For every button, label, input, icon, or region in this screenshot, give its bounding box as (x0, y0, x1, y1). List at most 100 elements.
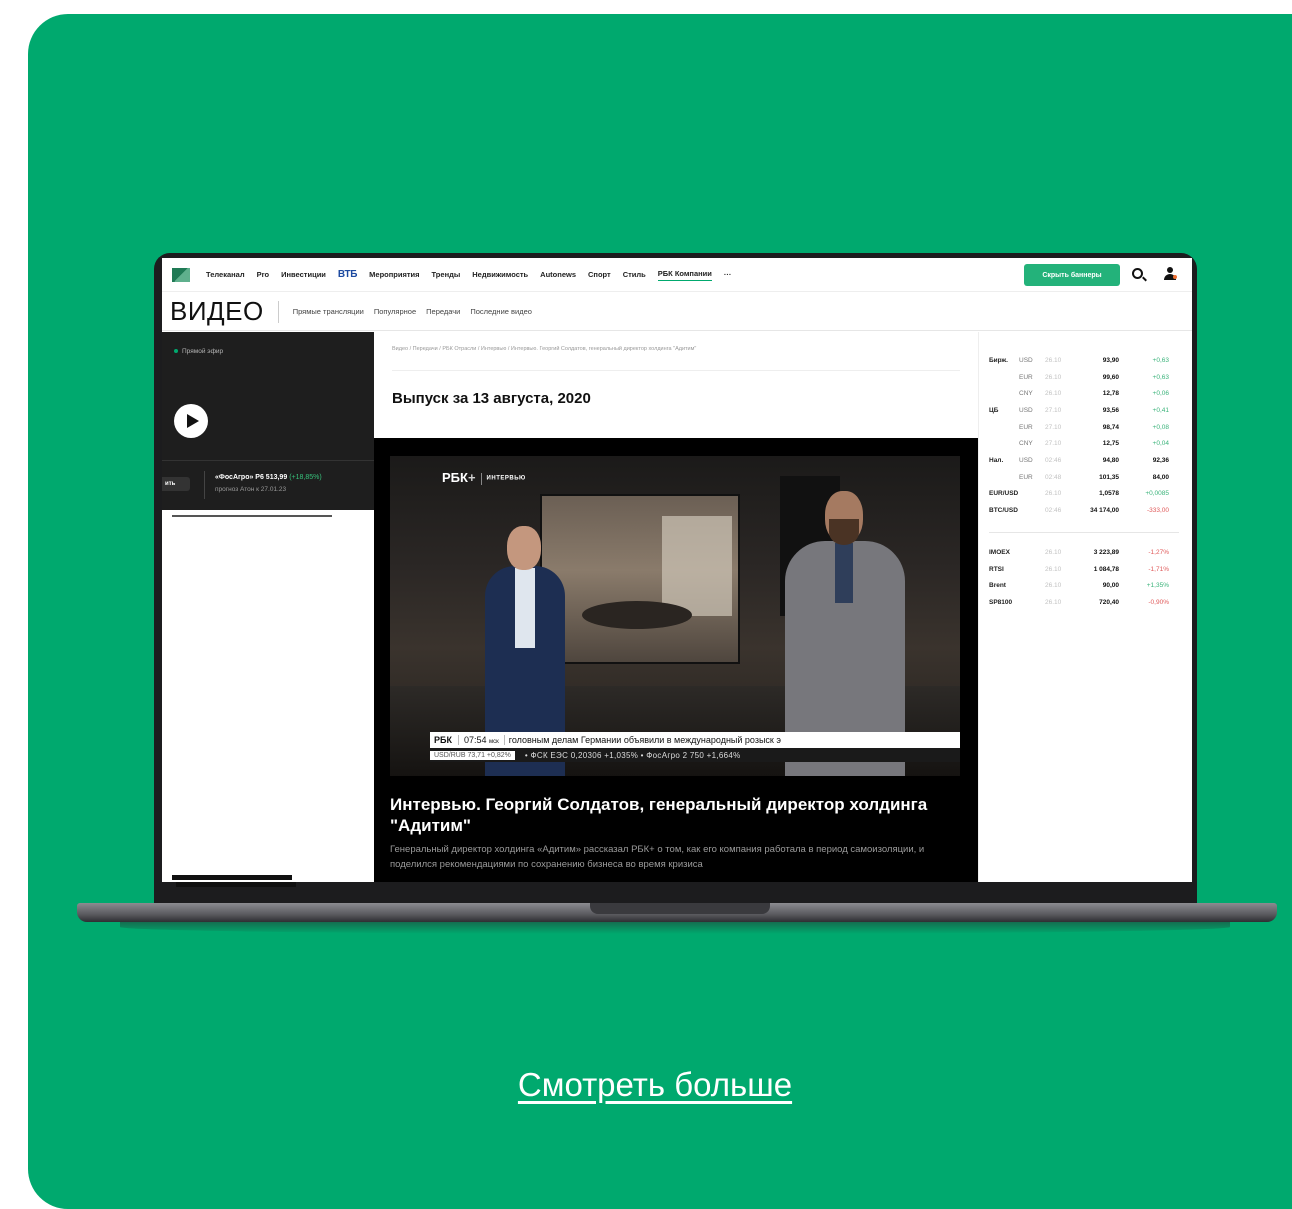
rate-cell-group (989, 469, 1019, 486)
user-icon[interactable] (1163, 267, 1177, 281)
rate-row: Бирж. USD 26.10 93,90 +0,63 (989, 352, 1169, 369)
nav-item[interactable]: Недвижимость (472, 270, 528, 279)
nav-item[interactable]: Инвестиции (281, 270, 326, 279)
rates-panel: Бирж. USD 26.10 93,90 +0,63 EUR 26.10 99,60 +0,6… (978, 332, 1192, 882)
section-tab[interactable]: Последние видео (470, 307, 532, 316)
rate-cell-cur: EUR (1019, 423, 1033, 431)
index-cell-date: 26.10 (1045, 598, 1062, 606)
rate-cell-change: +0,63 (1152, 373, 1169, 381)
rate-cell-group (989, 435, 1019, 452)
rate-cell-change: 92,36 (1152, 456, 1169, 464)
search-icon[interactable] (1132, 268, 1143, 279)
rate-cell-cur: CNY (1019, 440, 1033, 448)
divider (204, 471, 205, 499)
ticker-market: • ФСК ЕЭС 0,20306 +1,035% • ФосАгро 2 75… (524, 750, 741, 760)
index-cell-date: 26.10 (1045, 548, 1062, 556)
index-cell-name: Brent (989, 582, 1006, 590)
breadcrumb[interactable]: Видео / Передачи / РБК Отрасли / Интервь… (392, 346, 696, 352)
ad-banner[interactable]: ить «ФосАгро» Р6 513,99 (+18,85%) прогно… (162, 460, 374, 510)
currency-table: Бирж. USD 26.10 93,90 +0,63 EUR 26.10 99,60 +0,6… (989, 352, 1169, 519)
hide-banners-button[interactable]: Скрыть баннеры (1024, 264, 1120, 286)
divider (392, 370, 960, 371)
index-cell-spacer (1019, 561, 1045, 578)
rate-cell-value: 93,56 (1102, 406, 1119, 414)
video-player[interactable]: РБК+ ИНТЕРВЬЮ РБК 07:54 мск головным дела… (390, 456, 960, 776)
index-cell-date: 26.10 (1045, 582, 1062, 590)
nav-item[interactable]: ··· (724, 270, 732, 279)
nav-item[interactable]: ВТБ (338, 269, 358, 280)
laptop-shadow (120, 920, 1230, 934)
rate-cell-cur: CNY (1019, 390, 1033, 398)
index-row: RTSI 26.10 1 084,78 -1,71% (989, 561, 1169, 578)
ad-subtext: прогноз Атон к 27.01.23 (215, 486, 287, 493)
rbc-logo-icon[interactable] (172, 267, 190, 282)
rate-cell-value: 98,74 (1102, 423, 1119, 431)
rate-row: Нал. USD 02:46 94,80 92,36 (989, 452, 1169, 469)
rate-cell-date: 02:46 (1045, 456, 1062, 464)
indices-table: IMOEX 26.10 3 223,89 -1,27% RTSI 26.10 1 084,7… (989, 544, 1169, 611)
video-scene-room (540, 494, 740, 664)
play-icon[interactable] (174, 404, 208, 438)
nav-item[interactable]: Autonews (540, 270, 576, 279)
rate-cell-change: 84,00 (1152, 473, 1169, 481)
rate-cell-cur: USD (1019, 456, 1033, 464)
index-cell-spacer (1019, 594, 1045, 611)
page-title: ВИДЕО (170, 296, 264, 326)
nav-item[interactable]: Телеканал (206, 270, 245, 279)
rate-cell-cur (1019, 486, 1045, 503)
rate-cell-date: 02:46 (1045, 507, 1062, 515)
index-cell-spacer (1019, 577, 1045, 594)
index-cell-date: 26.10 (1045, 565, 1062, 573)
nav-item[interactable]: Тренды (432, 270, 461, 279)
rate-cell-change: +0,63 (1152, 356, 1169, 364)
rate-cell-date: 26.10 (1045, 490, 1062, 498)
index-row: SP8100 26.10 720,40 -0,90% (989, 594, 1169, 611)
news-ticker: РБК 07:54 мск головным делам Германии об… (430, 732, 960, 748)
rate-row: CNY 26.10 12,78 +0,06 (989, 385, 1169, 402)
rate-cell-date: 26.10 (1045, 373, 1062, 381)
rate-cell-cur: USD (1019, 406, 1033, 414)
nav-links: Телеканал Pro Инвестиции ВТБ Мероприятия Трен… (206, 269, 731, 281)
index-cell-name: RTSI (989, 565, 1004, 573)
rate-cell-cur: EUR (1019, 373, 1033, 381)
rate-cell-cur: EUR (1019, 473, 1033, 481)
rate-row: EUR 02:48 101,35 84,00 (989, 469, 1169, 486)
rate-cell-group (989, 419, 1019, 436)
nav-item[interactable]: Спорт (588, 270, 611, 279)
nav-item[interactable]: РБК Компании (657, 269, 712, 281)
rate-cell-date: 26.10 (1045, 356, 1062, 364)
index-row: IMOEX 26.10 3 223,89 -1,27% (989, 544, 1169, 561)
video-description: Генеральный директор холдинга «Адитим» р… (390, 844, 925, 870)
index-cell-name: IMOEX (989, 548, 1010, 556)
nav-item[interactable]: Стиль (623, 270, 646, 279)
laptop-screen: Телеканал Pro Инвестиции ВТБ Мероприятия Трен… (162, 258, 1192, 882)
rate-cell-date: 27.10 (1045, 423, 1062, 431)
see-more-link[interactable]: Смотреть больше (0, 1066, 1292, 1104)
rate-cell-change: +0,08 (1152, 423, 1169, 431)
index-cell-name: SP8100 (989, 598, 1013, 606)
video-brand: РБК+ ИНТЕРВЬЮ (442, 470, 526, 485)
laptop-bezel-bottom (162, 882, 1192, 903)
episode-title: Выпуск за 13 августа, 2020 (392, 390, 591, 407)
market-ticker: USD/RUB 73,71 +0,82% • ФСК ЕЭС 0,20306 +… (430, 748, 960, 762)
rate-cell-group: Нал. (989, 456, 1004, 464)
section-tab[interactable]: Прямые трансляции (293, 307, 364, 316)
divider (277, 300, 279, 323)
main-content: Видео / Передачи / РБК Отрасли / Интервь… (374, 332, 978, 882)
rate-cell-value: 12,75 (1102, 440, 1119, 448)
live-dot-icon (174, 349, 178, 354)
section-tab[interactable]: Популярное (374, 307, 416, 316)
rate-cell-date: 26.10 (1045, 390, 1062, 398)
divider (989, 532, 1179, 533)
video-title[interactable]: Интервью. Георгий Солдатов, генеральный … (390, 794, 950, 836)
rate-cell-date: 02:48 (1045, 473, 1062, 481)
nav-item[interactable]: Pro (257, 270, 270, 279)
rate-cell-group: ЦБ (989, 406, 999, 414)
ad-headline: «ФосАгро» Р6 513,99 (+18,85%) (215, 474, 322, 481)
divider (172, 515, 332, 517)
rate-cell-group: Бирж. (989, 356, 1008, 364)
ad-button[interactable]: ить (162, 477, 190, 491)
section-tab[interactable]: Передачи (426, 307, 460, 316)
nav-item[interactable]: Мероприятия (369, 270, 419, 279)
ticker-logo: РБК (430, 735, 459, 745)
